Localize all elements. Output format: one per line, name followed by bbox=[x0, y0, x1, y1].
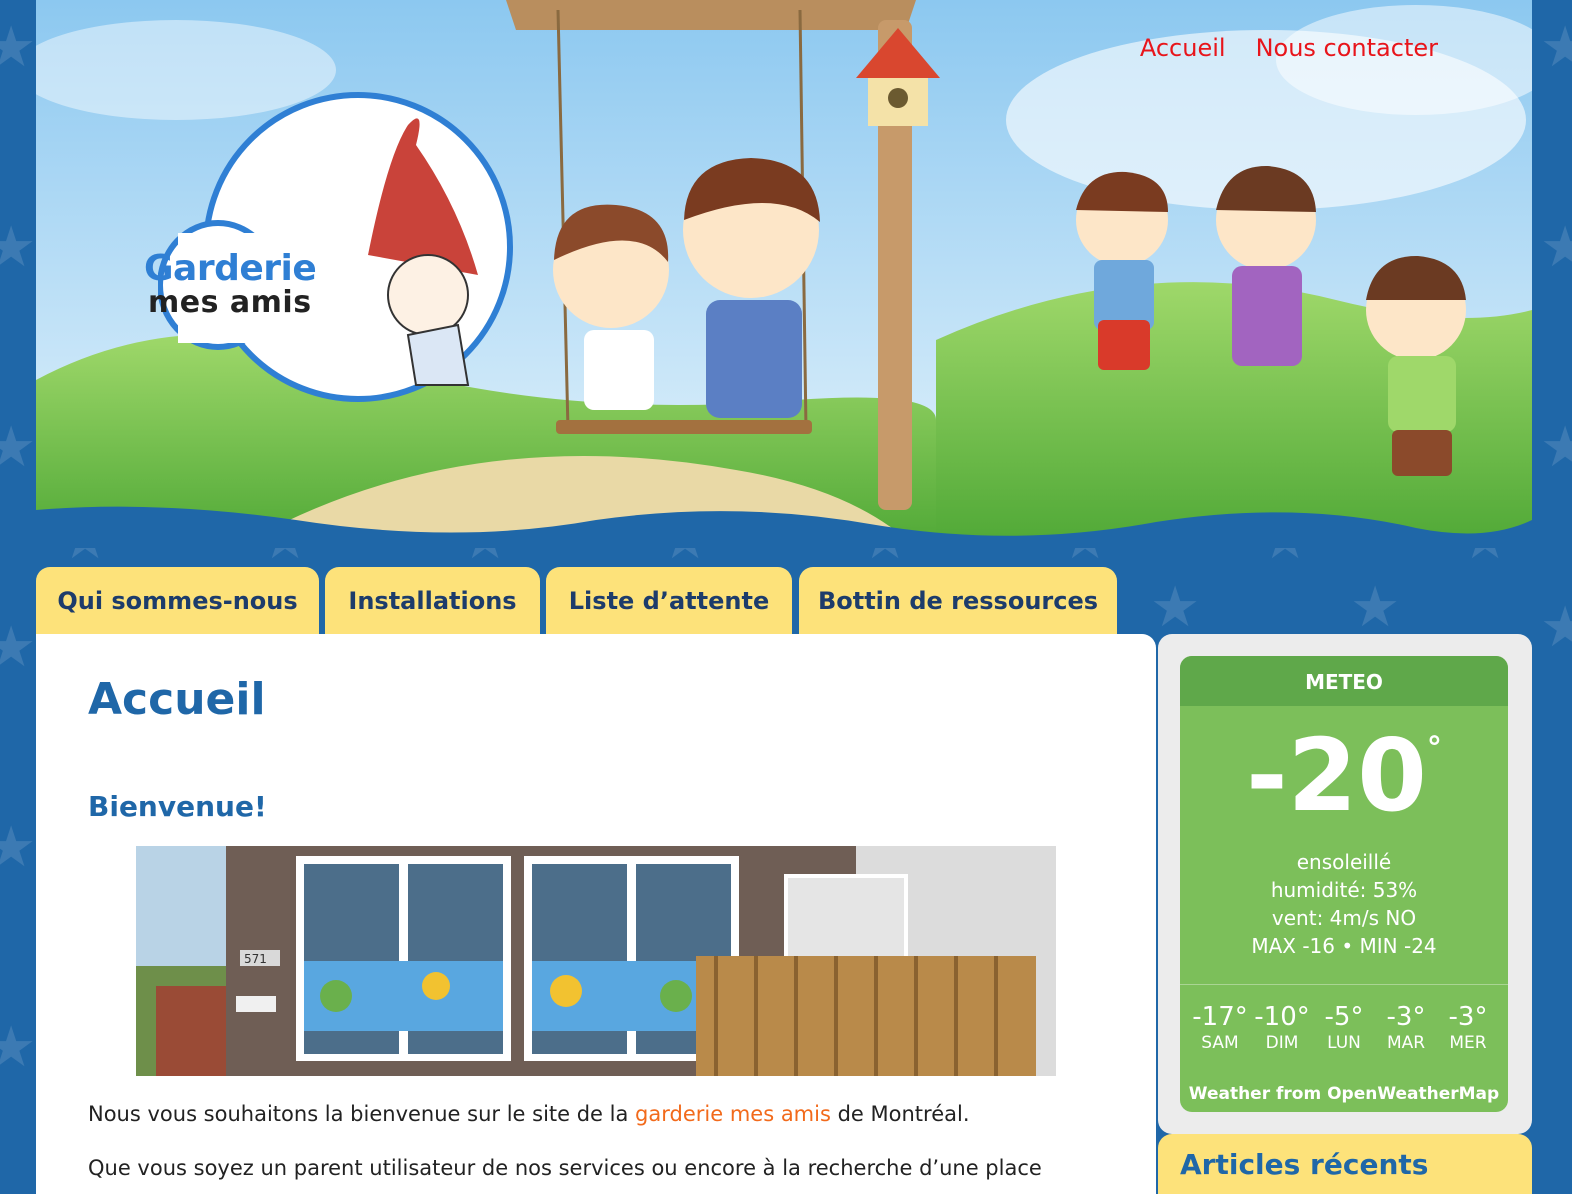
tab-qui-sommes-nous[interactable]: Qui sommes-nous bbox=[36, 567, 319, 635]
forecast-day: -10° DIM bbox=[1254, 1002, 1310, 1054]
weather-wind: vent: 4m/s NO bbox=[1271, 906, 1417, 930]
tab-bottin-ressources[interactable]: Bottin de ressources bbox=[799, 567, 1117, 635]
tab-installations[interactable]: Installations bbox=[325, 567, 540, 635]
weather-temp-value: -20 bbox=[1246, 717, 1427, 834]
forecast-temp: -3° bbox=[1386, 1002, 1426, 1032]
recent-articles-box: Articles récents bbox=[1158, 1134, 1532, 1194]
forecast-day-name: DIM bbox=[1265, 1033, 1299, 1053]
page-title: Accueil bbox=[88, 674, 266, 725]
forecast-day-name: LUN bbox=[1327, 1033, 1361, 1053]
weather-humidity: humidité: 53% bbox=[1270, 878, 1418, 902]
forecast-temp: -17° bbox=[1192, 1002, 1248, 1032]
garderie-link[interactable]: garderie mes amis bbox=[635, 1102, 831, 1126]
top-navigation: Accueil Nous contacter bbox=[1140, 34, 1438, 62]
weather-divider bbox=[1180, 984, 1508, 985]
section-title: Bienvenue! bbox=[88, 790, 267, 823]
logo-title: Garderie bbox=[144, 248, 317, 289]
forecast-day-name: SAM bbox=[1201, 1033, 1239, 1053]
logo-subtitle: mes amis bbox=[148, 285, 312, 320]
header-banner: Garderie mes amis Accueil Nous contacter bbox=[36, 0, 1532, 548]
house-number: 571 bbox=[244, 952, 267, 966]
forecast-day-name: MAR bbox=[1386, 1033, 1426, 1053]
forecast-temp: -10° bbox=[1254, 1002, 1310, 1032]
second-paragraph: Que vous soyez un parent utilisateur de … bbox=[88, 1156, 1042, 1180]
forecast-day: -17° SAM bbox=[1192, 1002, 1248, 1054]
weather-widget: METEO -20° ensoleillé humidité: 53% vent… bbox=[1180, 656, 1508, 1112]
nav-link-nous-contacter[interactable]: Nous contacter bbox=[1256, 34, 1438, 62]
main-content: Accueil Bienvenue! 571 Nous vous souhait… bbox=[36, 634, 1156, 1194]
forecast-day: -3° MAR bbox=[1378, 1002, 1434, 1054]
weather-temperature: -20° bbox=[1180, 726, 1508, 826]
intro-text-before: Nous vous souhaitons la bienvenue sur le… bbox=[88, 1102, 636, 1126]
tab-liste-attente[interactable]: Liste d’attente bbox=[546, 567, 792, 635]
daycare-building-image: 571 bbox=[136, 846, 1056, 1076]
weather-header: METEO bbox=[1180, 656, 1508, 706]
weather-condition: ensoleillé bbox=[1296, 850, 1392, 874]
forecast-day: -3° MER bbox=[1440, 1002, 1496, 1054]
intro-paragraph: Nous vous souhaitons la bienvenue sur le… bbox=[88, 1102, 970, 1126]
forecast-day-name: MER bbox=[1449, 1033, 1487, 1053]
weather-forecast: -17° SAM -10° DIM -5° LUN -3° MAR -3° ME… bbox=[1192, 1002, 1496, 1054]
intro-text-after: de Montréal. bbox=[830, 1102, 970, 1126]
gnome-logo-icon bbox=[158, 92, 513, 402]
nav-link-accueil[interactable]: Accueil bbox=[1140, 34, 1226, 62]
forecast-temp: -3° bbox=[1448, 1002, 1488, 1032]
forecast-temp: -5° bbox=[1324, 1002, 1364, 1032]
recent-articles-title: Articles récents bbox=[1180, 1148, 1429, 1181]
daycare-photo: 571 bbox=[136, 846, 1056, 1076]
logo[interactable] bbox=[158, 85, 514, 403]
weather-degree: ° bbox=[1426, 731, 1442, 766]
forecast-day: -5° LUN bbox=[1316, 1002, 1372, 1054]
weather-minmax: MAX -16 • MIN -24 bbox=[1251, 934, 1437, 958]
weather-credit[interactable]: Weather from OpenWeatherMap bbox=[1180, 1084, 1508, 1104]
